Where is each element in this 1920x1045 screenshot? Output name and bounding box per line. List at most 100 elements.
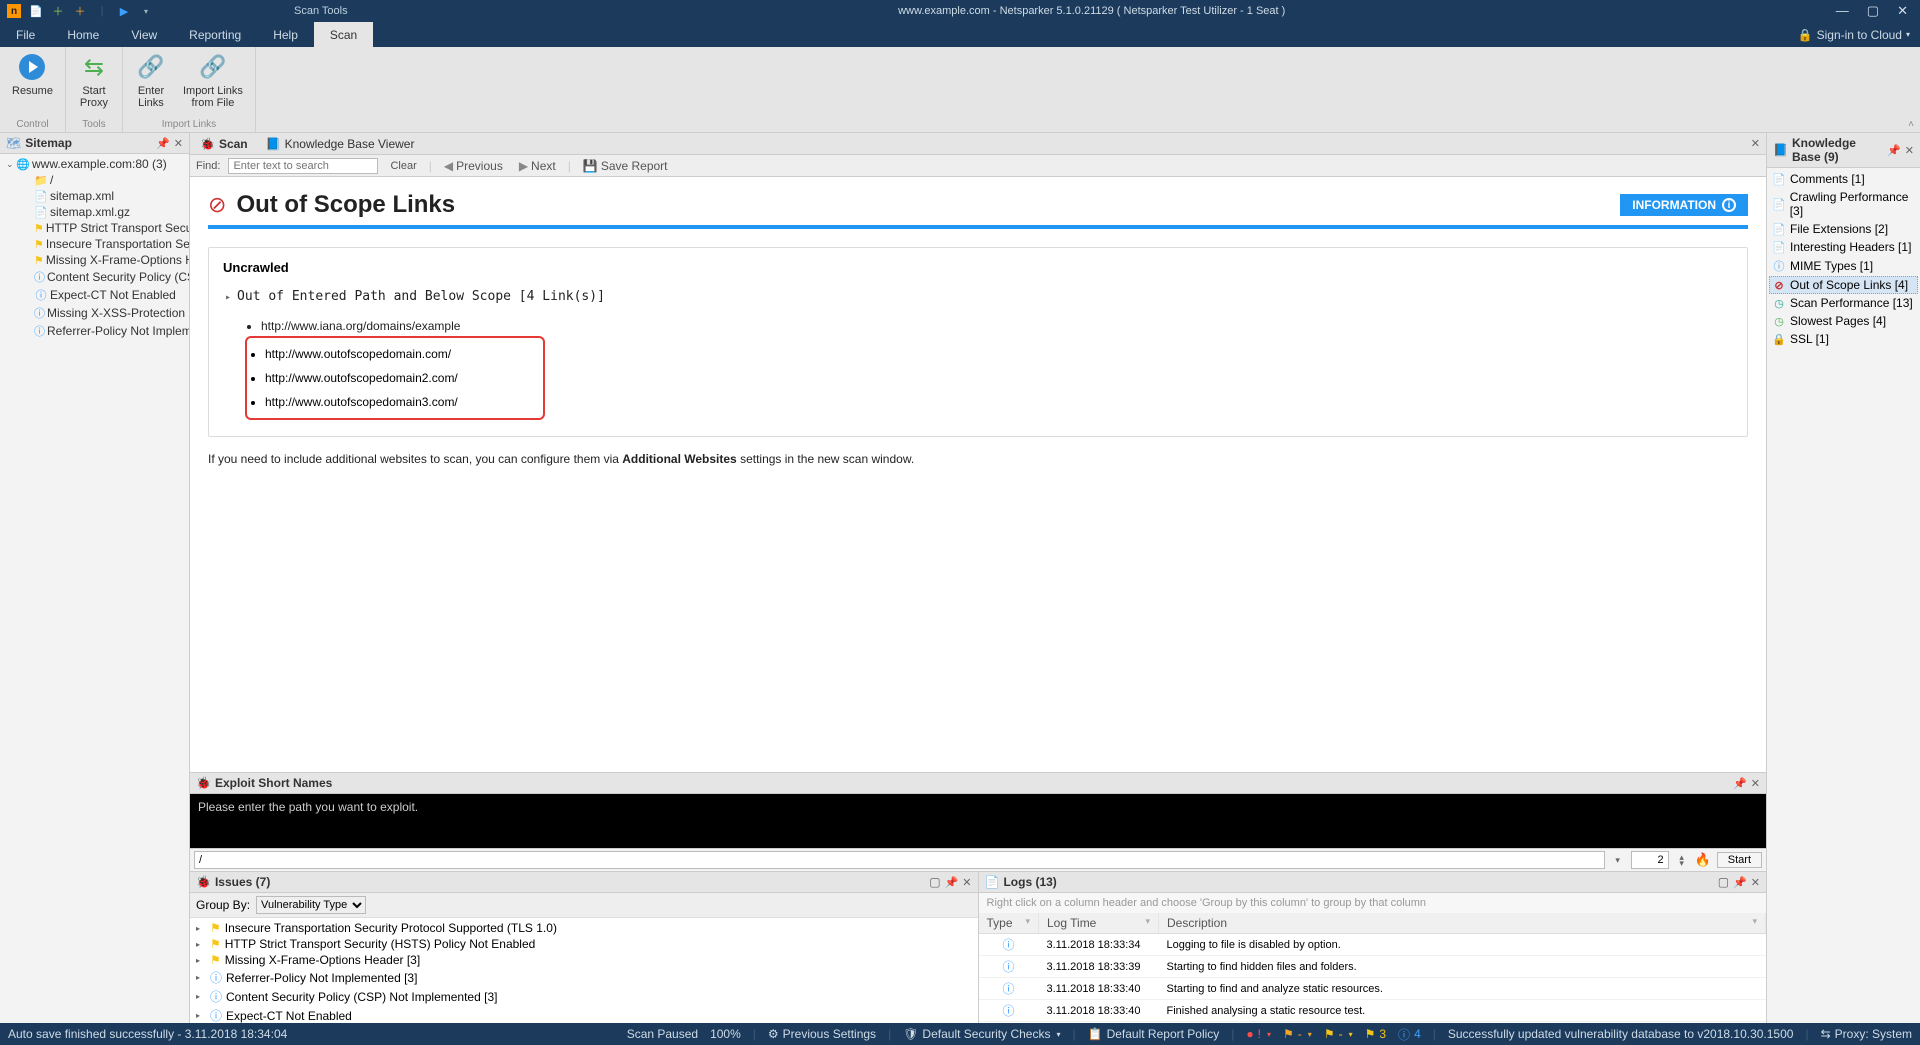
link-item[interactable]: http://www.outofscopedomain3.com/ [265,390,537,414]
pin-icon[interactable]: 📌 [1887,144,1901,157]
groupby-select[interactable]: Vulnerability Type [256,896,366,914]
kb-item[interactable]: ⓘMIME Types [1] [1769,256,1918,276]
flag-info[interactable]: ⓘ 4 [1398,1026,1421,1043]
exploit-path-input[interactable] [194,851,1605,869]
tree-node[interactable]: ⓘExpect-CT Not Enabled [4,286,185,304]
qat-add-green-icon[interactable]: ＋ [50,3,66,19]
tree-node[interactable]: 📄sitemap.xml.gz [4,204,185,220]
pin-icon[interactable]: 📌 [156,137,170,150]
kb-item[interactable]: 🔒SSL [1] [1769,330,1918,348]
flag-high[interactable]: ⚑ -▾ [1283,1027,1312,1041]
kb-item[interactable]: ◷Scan Performance [13] [1769,294,1918,312]
tab-kb-viewer[interactable]: 📘Knowledge Base Viewer [262,136,419,152]
caret-icon[interactable]: ▸ [196,940,206,949]
kb-item[interactable]: 📄Interesting Headers [1] [1769,238,1918,256]
link-item[interactable]: http://www.outofscopedomain.com/ [265,342,537,366]
flag-medium[interactable]: ⚑ -▾ [1324,1027,1353,1041]
ribbon-collapse-icon[interactable]: ˄ [1908,119,1914,130]
close-icon[interactable]: ✕ [1905,144,1914,157]
menu-help[interactable]: Help [257,22,314,47]
col-time[interactable]: Log Time▾ [1039,913,1159,934]
find-next-button[interactable]: ▶Next [515,159,560,173]
tree-node[interactable]: 📄sitemap.xml [4,188,185,204]
save-report-button[interactable]: 💾Save Report [579,159,672,173]
caret-icon[interactable]: ▸ [196,1011,206,1020]
pin-icon[interactable]: 📌 [1733,876,1747,889]
stepper-icon[interactable]: ▴▾ [1675,854,1689,867]
kb-list[interactable]: 📄Comments [1]📄Crawling Performance [3]📄F… [1767,168,1920,350]
previous-settings[interactable]: ⚙Previous Settings [768,1027,876,1041]
link-item[interactable]: http://www.iana.org/domains/example [261,314,1733,338]
tree-node[interactable]: ⓘMissing X-XSS-Protection Header [4,304,185,322]
menu-file[interactable]: File [0,22,51,47]
filter-icon[interactable]: ▾ [1752,916,1757,927]
logs-table[interactable]: Type▾ Log Time▾ Description▾ ⓘ3.11.2018 … [979,913,1767,1023]
exploit-start-button[interactable]: Start [1717,852,1762,868]
proxy-status[interactable]: ⇆Proxy: System [1821,1027,1912,1041]
minimize-button[interactable]: — [1836,3,1849,19]
close-icon[interactable]: ✕ [1751,876,1760,889]
caret-icon[interactable]: ⌄ [6,159,16,170]
pin-icon[interactable]: 📌 [1733,777,1747,790]
pin-icon[interactable]: 📌 [945,876,959,889]
find-input[interactable] [228,158,378,174]
issue-row[interactable]: ▸⚑Insecure Transportation Security Proto… [190,920,978,936]
caret-icon[interactable]: ▸ [196,924,206,933]
close-icon[interactable]: ✕ [962,876,971,889]
qat-dropdown-icon[interactable]: ▾ [138,3,154,19]
menu-reporting[interactable]: Reporting [173,22,257,47]
sitemap-tree[interactable]: ⌄ 🌐 www.example.com:80 (3) 📁/📄sitemap.xm… [0,154,189,342]
qat-play-icon[interactable]: ▶ [116,3,132,19]
kb-item[interactable]: ◷Slowest Pages [4] [1769,312,1918,330]
tab-scan[interactable]: 🐞Scan [196,136,252,152]
caret-icon[interactable]: ▸ [196,956,206,965]
flag-low[interactable]: ⚑ 3 [1365,1027,1386,1041]
tree-root[interactable]: ⌄ 🌐 www.example.com:80 (3) [4,156,185,172]
qat-new-icon[interactable]: 📄 [28,3,44,19]
tree-node[interactable]: 📁/ [4,172,185,188]
flag-critical[interactable]: ● !▾ [1246,1027,1271,1041]
resume-button[interactable]: Resume [4,49,61,99]
issues-list[interactable]: ▸⚑Insecure Transportation Security Proto… [190,918,978,1023]
caret-icon[interactable]: ▸ [196,973,206,982]
issue-row[interactable]: ▸ⓘContent Security Policy (CSP) Not Impl… [190,987,978,1006]
kb-item[interactable]: 📄Comments [1] [1769,170,1918,188]
col-desc[interactable]: Description▾ [1159,913,1766,934]
enter-links-button[interactable]: 🔗 Enter Links [127,49,175,111]
maximize-panel-icon[interactable]: ▢ [929,875,940,889]
import-links-button[interactable]: 🔗 Import Links from File [175,49,251,111]
security-checks[interactable]: 🛡Default Security Checks▾ [903,1027,1060,1041]
exploit-depth-input[interactable] [1631,851,1669,869]
tree-node[interactable]: ⓘContent Security Policy (CSP) Not I... [4,268,185,286]
tab-close-icon[interactable]: ✕ [1751,137,1760,150]
qat-add-orange-icon[interactable]: ＋ [72,3,88,19]
log-row[interactable]: ⓘ3.11.2018 18:33:40Starting to find and … [979,978,1766,1000]
issue-row[interactable]: ▸ⓘExpect-CT Not Enabled [190,1006,978,1023]
kb-item[interactable]: ⊘Out of Scope Links [4] [1769,276,1918,294]
menu-scan[interactable]: Scan [314,22,373,47]
link-item[interactable]: http://www.outofscopedomain2.com/ [265,366,537,390]
find-prev-button[interactable]: ◀Previous [440,159,507,173]
menu-home[interactable]: Home [51,22,115,47]
menu-view[interactable]: View [115,22,173,47]
close-icon[interactable]: ✕ [174,137,183,150]
tree-node[interactable]: ⚑Missing X-Frame-Options Header [4,252,185,268]
kb-item[interactable]: 📄Crawling Performance [3] [1769,188,1918,220]
find-clear-button[interactable]: Clear [386,160,420,172]
sign-in-cloud[interactable]: 🔒 Sign-in to Cloud ▾ [1798,28,1920,42]
filter-icon[interactable]: ▾ [1145,916,1150,927]
tree-node[interactable]: ⓘReferrer-Policy Not Implemented [4,322,185,340]
report-policy[interactable]: 📋Default Report Policy [1088,1027,1220,1041]
issue-row[interactable]: ▸⚑Missing X-Frame-Options Header [3] [190,952,978,968]
tree-node[interactable]: ⚑HTTP Strict Transport Security (HSTS... [4,220,185,236]
close-button[interactable]: ✕ [1897,3,1908,19]
col-type[interactable]: Type▾ [979,913,1039,934]
tree-node[interactable]: ⚑Insecure Transportation Security Protoc… [4,236,185,252]
filter-icon[interactable]: ▾ [1025,916,1030,927]
log-row[interactable]: ⓘ3.11.2018 18:33:40Finished analysing a … [979,1000,1766,1022]
caret-icon[interactable]: ▸ [196,992,206,1001]
kb-item[interactable]: 📄File Extensions [2] [1769,220,1918,238]
path-dropdown-icon[interactable]: ▾ [1611,857,1625,863]
maximize-button[interactable]: ▢ [1867,3,1879,19]
log-row[interactable]: ⓘ3.11.2018 18:33:39Starting to find hidd… [979,956,1766,978]
